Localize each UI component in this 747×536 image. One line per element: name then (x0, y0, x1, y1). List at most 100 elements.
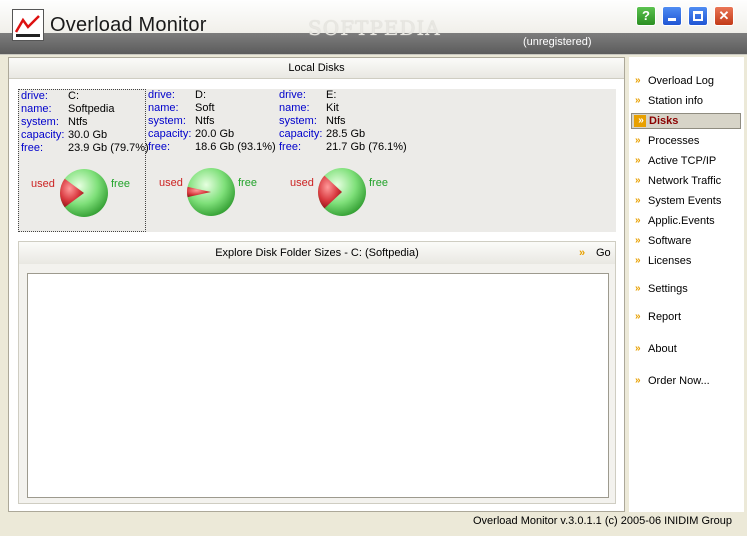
chevron-right-icon: » (635, 311, 640, 322)
nav-item-label: Disks (649, 115, 679, 127)
nav-item-software[interactable]: » Software (631, 233, 741, 249)
maximize-icon (693, 11, 703, 21)
field-value: D: (195, 89, 206, 101)
chevron-right-icon: » (635, 255, 640, 266)
field-value: C: (68, 90, 79, 102)
disks-area: drive: C: name: Softpedia system: Ntfs capacit… (18, 89, 616, 232)
free-label: free (238, 177, 257, 189)
field-label: drive: (148, 89, 175, 101)
field-label: system: (148, 115, 186, 127)
nav-item-label: Processes (648, 135, 700, 147)
watermark: SOFTPEDIA (308, 16, 441, 40)
registration-status: (unregistered) (523, 36, 592, 48)
field-label: capacity: (148, 128, 192, 140)
nav-item-active-tcp-ip[interactable]: » Active TCP/IP (631, 153, 741, 169)
disk-usage-pie (318, 168, 366, 216)
status-bar: Overload Monitor v.3.0.1.1 (c) 2005-06 I… (473, 515, 733, 527)
nav-item-label: Licenses (648, 255, 692, 267)
nav-item-label: Network Traffic (648, 175, 722, 187)
disk-field-system: system: Ntfs (148, 115, 276, 128)
nav-item-disks[interactable]: » Disks (631, 113, 741, 129)
field-value: E: (326, 89, 337, 101)
nav-item-station-info[interactable]: » Station info (631, 93, 741, 109)
local-disks-header: Local Disks (9, 58, 624, 79)
chevron-right-icon: » (635, 235, 640, 246)
disk-field-capacity: capacity: 20.0 Gb (148, 128, 276, 141)
go-button[interactable]: Go (596, 247, 611, 259)
field-value: Ntfs (195, 115, 215, 127)
disk-usage-pie (187, 168, 235, 216)
disk-field-system: system: Ntfs (279, 115, 407, 128)
title-bar: Overload Monitor SOFTPEDIA (unregistered… (0, 0, 747, 55)
explore-panel: Explore Disk Folder Sizes - C: (Softpedi… (18, 241, 616, 504)
disk-field-capacity: capacity: 30.0 Gb (21, 129, 149, 142)
go-arrow-icon[interactable]: » (579, 247, 585, 259)
disk-field-name: name: Soft (148, 102, 276, 115)
field-label: capacity: (279, 128, 323, 140)
field-value: 21.7 Gb (76.1%) (326, 141, 407, 153)
field-value: 18.6 Gb (93.1%) (195, 141, 276, 153)
disk-field-drive: drive: D: (148, 89, 276, 102)
chevron-right-icon: » (635, 375, 640, 386)
nav-item-order-now[interactable]: » Order Now... (631, 373, 741, 389)
nav-item-processes[interactable]: » Processes (631, 133, 741, 149)
folder-sizes-area[interactable] (27, 273, 609, 498)
chevron-right-icon: » (635, 343, 640, 354)
nav-item-label: About (648, 343, 677, 355)
nav-item-report[interactable]: » Report (631, 309, 741, 325)
field-value: Soft (195, 102, 215, 114)
nav-item-about[interactable]: » About (631, 341, 741, 357)
field-value: 20.0 Gb (195, 128, 235, 140)
nav-item-system-events[interactable]: » System Events (631, 193, 741, 209)
nav-item-label: Order Now... (648, 375, 710, 387)
disk-field-name: name: Kit (279, 102, 407, 115)
field-value: Ntfs (68, 116, 88, 128)
disk-card[interactable]: drive: C: name: Softpedia system: Ntfs capacit… (18, 89, 149, 232)
chevron-right-icon: » (635, 283, 640, 294)
explore-title: Explore Disk Folder Sizes - C: (Softpedi… (215, 247, 419, 259)
help-button[interactable]: ? (636, 6, 656, 26)
disk-card[interactable]: drive: E: name: Kit system: Ntfs capacity: 28.5… (277, 89, 407, 230)
chevron-right-icon: » (634, 115, 646, 127)
field-value: Softpedia (68, 103, 115, 115)
nav-item-label: Software (648, 235, 692, 247)
side-nav: » Overload Log» Station info» Disks» Process… (629, 57, 744, 512)
disk-field-capacity: capacity: 28.5 Gb (279, 128, 407, 141)
field-label: system: (279, 115, 317, 127)
field-label: capacity: (21, 129, 65, 141)
nav-item-overload-log[interactable]: » Overload Log (631, 73, 741, 89)
nav-item-settings[interactable]: » Settings (631, 281, 741, 297)
free-label: free (111, 178, 130, 190)
field-value: 28.5 Gb (326, 128, 366, 140)
free-label: free (369, 177, 388, 189)
used-label: used (290, 177, 314, 189)
field-label: free: (21, 142, 44, 154)
nav-item-label: Report (648, 311, 682, 323)
disk-field-drive: drive: C: (21, 90, 149, 103)
chevron-right-icon: » (635, 75, 640, 86)
field-value: Kit (326, 102, 339, 114)
field-label: system: (21, 116, 59, 128)
nav-item-licenses[interactable]: » Licenses (631, 253, 741, 269)
minimize-icon (668, 18, 676, 21)
nav-item-label: Overload Log (648, 75, 715, 87)
field-value: 30.0 Gb (68, 129, 108, 141)
chevron-right-icon: » (635, 95, 640, 106)
nav-item-applic-events[interactable]: » Applic.Events (631, 213, 741, 229)
nav-item-network-traffic[interactable]: » Network Traffic (631, 173, 741, 189)
nav-item-label: System Events (648, 195, 722, 207)
disk-field-free: free: 23.9 Gb (79.7%) (21, 142, 149, 155)
field-label: name: (148, 102, 179, 114)
disk-field-drive: drive: E: (279, 89, 407, 102)
close-button[interactable]: ✕ (714, 6, 734, 26)
chevron-right-icon: » (635, 175, 640, 186)
maximize-button[interactable] (688, 6, 708, 26)
disk-card[interactable]: drive: D: name: Soft system: Ntfs capacity: 20.… (146, 89, 276, 230)
field-value: 23.9 Gb (79.7%) (68, 142, 149, 154)
app-logo-icon (12, 9, 44, 41)
minimize-button[interactable] (662, 6, 682, 26)
field-label: name: (279, 102, 310, 114)
disk-field-free: free: 18.6 Gb (93.1%) (148, 141, 276, 154)
used-label: used (159, 177, 183, 189)
chevron-right-icon: » (635, 135, 640, 146)
